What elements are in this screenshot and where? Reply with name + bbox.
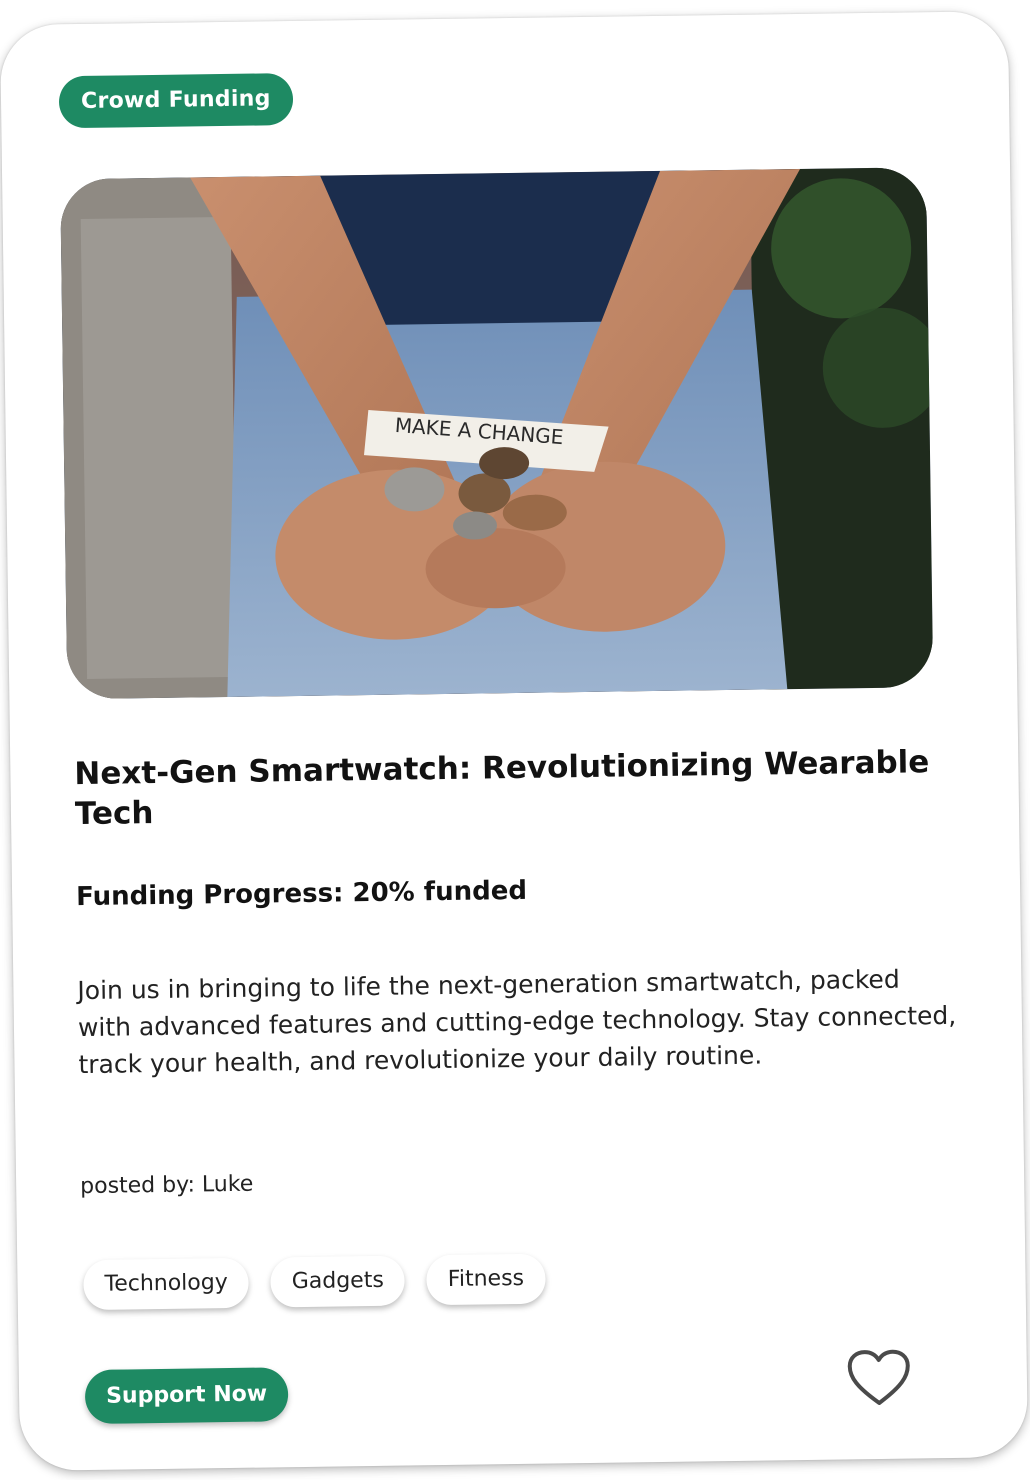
tag-list: Technology Gadgets Fitness xyxy=(83,1253,546,1311)
category-badge[interactable]: Crowd Funding xyxy=(58,73,294,129)
funding-progress: Funding Progress: 20% funded xyxy=(75,875,528,913)
tag-gadgets[interactable]: Gadgets xyxy=(270,1255,406,1308)
posted-by: posted by: Luke xyxy=(80,1171,254,1200)
campaign-card: Crowd Funding MAKE A CHANGE Next-Gen Sma… xyxy=(0,11,1029,1471)
campaign-title: Next-Gen Smartwatch: Revolutionizing Wea… xyxy=(74,744,930,833)
heart-icon[interactable] xyxy=(847,1349,912,1408)
tag-technology[interactable]: Technology xyxy=(83,1257,250,1311)
tag-fitness[interactable]: Fitness xyxy=(426,1253,546,1306)
hero-image: MAKE A CHANGE xyxy=(60,167,934,700)
hands-holding-coins-photo: MAKE A CHANGE xyxy=(60,167,934,700)
support-now-button[interactable]: Support Now xyxy=(84,1367,289,1425)
campaign-description: Join us in bringing to life the next-gen… xyxy=(77,964,957,1080)
